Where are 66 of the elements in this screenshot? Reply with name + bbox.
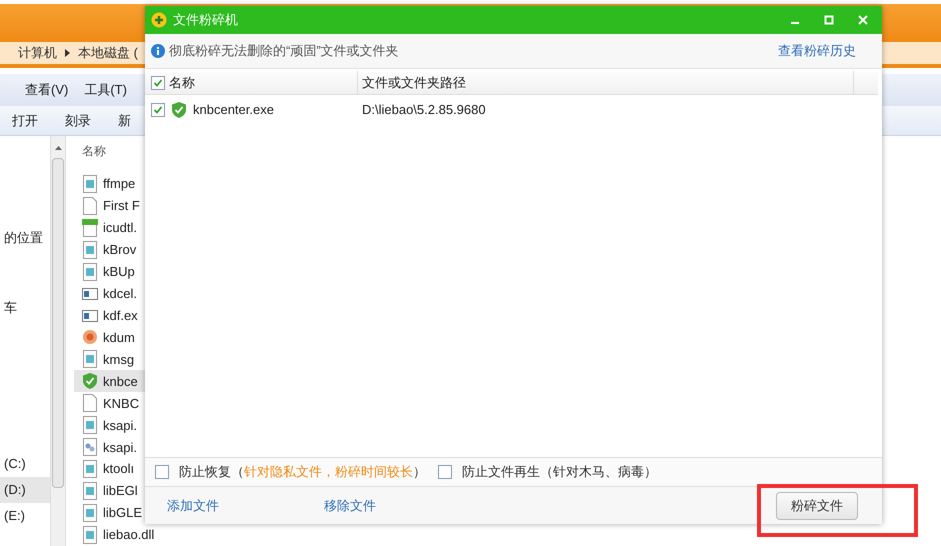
document-icon bbox=[82, 416, 98, 434]
info-text: 彻底粉碎无法删除的“顽固”文件或文件夹 bbox=[169, 42, 399, 60]
info-icon bbox=[151, 44, 165, 58]
document-icon bbox=[82, 482, 98, 500]
file-row[interactable]: First F bbox=[74, 194, 156, 217]
file-row[interactable]: liebao.dll bbox=[74, 524, 156, 546]
file-row[interactable]: kmsg bbox=[74, 348, 156, 370]
file-row[interactable]: ksapi. bbox=[74, 414, 156, 436]
history-link[interactable]: 查看粉碎历史 bbox=[778, 41, 856, 61]
file-row[interactable]: ktoolı bbox=[74, 458, 156, 480]
option-label[interactable]: 防止文件再生（针对木马、病毒） bbox=[462, 462, 657, 482]
close-icon[interactable] bbox=[858, 15, 868, 25]
shred-button[interactable]: 粉碎文件 bbox=[776, 492, 858, 520]
dialog-title: 文件粉碎机 bbox=[173, 11, 238, 30]
add-files-link[interactable]: 添加文件 bbox=[167, 496, 219, 516]
file-row[interactable]: ffmpe bbox=[74, 172, 156, 195]
file-row[interactable]: kdf.ex bbox=[74, 304, 156, 327]
nav-item[interactable]: (E:) bbox=[0, 503, 50, 529]
breadcrumb-item[interactable]: 计算机 bbox=[18, 43, 57, 63]
plus-badge-icon bbox=[151, 12, 167, 28]
chevron-right-icon bbox=[65, 49, 70, 57]
file-row[interactable]: icudtl. bbox=[74, 216, 156, 239]
document-icon bbox=[82, 460, 98, 478]
file-row[interactable]: kBrov bbox=[74, 238, 156, 261]
document-icon bbox=[82, 504, 98, 522]
file-row[interactable]: libGLE bbox=[74, 502, 156, 524]
table-cell-text: D:\liebao\5.2.85.9680 bbox=[361, 101, 486, 120]
nav-item[interactable]: 车 bbox=[0, 295, 50, 321]
scroll-up-icon bbox=[54, 146, 62, 150]
breadcrumb-item[interactable]: 本地磁盘 ( bbox=[78, 43, 138, 63]
document-icon bbox=[82, 262, 98, 281]
file-row[interactable]: kBUp bbox=[74, 260, 156, 283]
blank-file-icon bbox=[82, 394, 98, 412]
checkbox[interactable] bbox=[151, 103, 165, 117]
table-cell-text: knbcenter.exe bbox=[193, 101, 274, 120]
document-icon bbox=[82, 350, 98, 368]
file-row[interactable]: libEGl bbox=[74, 480, 156, 502]
menu-item[interactable]: 查看(V) bbox=[25, 80, 68, 100]
column-header[interactable]: 名称 bbox=[169, 72, 195, 92]
nav-item[interactable]: (C:) bbox=[0, 451, 50, 477]
menu-item[interactable]: 工具(T) bbox=[84, 80, 127, 100]
file-row[interactable]: KNBC bbox=[74, 392, 156, 414]
checkbox[interactable] bbox=[438, 465, 452, 479]
remove-files-link[interactable]: 移除文件 bbox=[324, 496, 376, 516]
toolbar-button[interactable]: 新 bbox=[118, 110, 131, 130]
file-row[interactable]: kdcel. bbox=[74, 282, 156, 305]
document-icon bbox=[82, 240, 98, 259]
document-icon bbox=[82, 174, 98, 193]
blank-file-icon bbox=[82, 196, 98, 215]
checkbox[interactable] bbox=[151, 76, 165, 90]
shield-icon bbox=[171, 101, 187, 119]
option-label[interactable]: 防止恢复（针对隐私文件，粉碎时间较长） bbox=[179, 462, 426, 482]
toolbar-button[interactable]: 打开 bbox=[12, 110, 38, 130]
round-emblem-icon bbox=[82, 328, 98, 346]
file-row[interactable]: kdum bbox=[74, 326, 156, 348]
nav-item[interactable]: (D:) bbox=[0, 477, 50, 503]
checkbox[interactable] bbox=[155, 465, 169, 479]
toolbar-button[interactable]: 刻录 bbox=[65, 110, 91, 130]
data-file-icon bbox=[82, 218, 98, 237]
file-row[interactable]: ksapi. bbox=[74, 436, 156, 458]
shield-icon bbox=[82, 372, 98, 390]
scroll-thumb[interactable] bbox=[52, 158, 64, 488]
column-header[interactable]: 文件或文件夹路径 bbox=[358, 71, 854, 94]
maximize-icon[interactable] bbox=[824, 15, 834, 25]
nav-item[interactable]: 的位置 bbox=[0, 225, 50, 251]
shortcut-file-icon bbox=[82, 438, 98, 456]
